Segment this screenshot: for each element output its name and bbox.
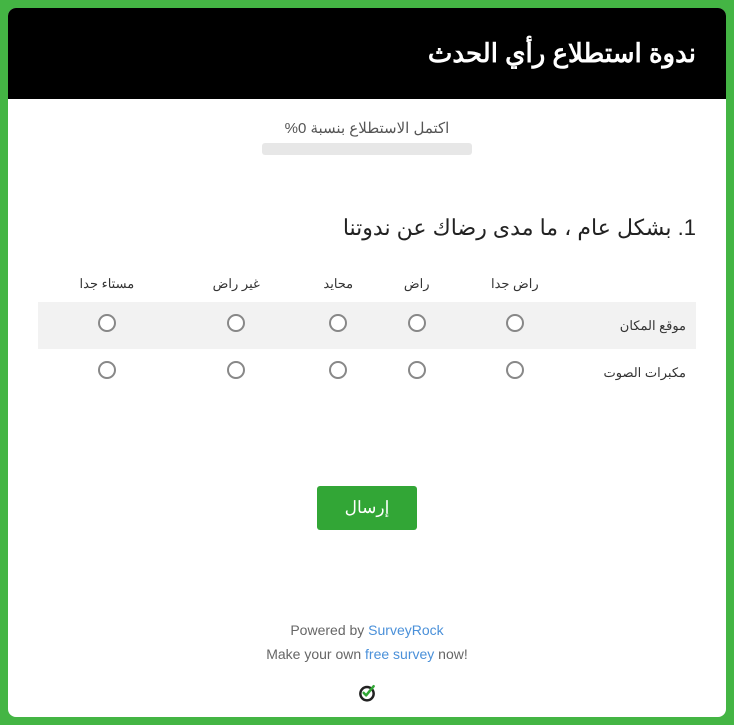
- row-label: مكبرات الصوت: [576, 349, 696, 396]
- free-survey-link[interactable]: free survey: [365, 646, 434, 662]
- col-header: مستاء جدا: [38, 266, 176, 302]
- radio-option[interactable]: [227, 361, 245, 379]
- col-header: راض: [380, 266, 454, 302]
- matrix-header-row: راض جدا راض محايد غير راض مستاء جدا: [38, 266, 696, 302]
- progress-bar: [262, 143, 472, 155]
- radio-option[interactable]: [329, 361, 347, 379]
- radio-option[interactable]: [408, 314, 426, 332]
- radio-option[interactable]: [227, 314, 245, 332]
- submit-button[interactable]: إرسال: [317, 486, 418, 530]
- table-row: مكبرات الصوت: [38, 349, 696, 396]
- powered-by-line: Powered by SurveyRock: [8, 619, 726, 643]
- survey-frame: ندوة استطلاع رأي الحدث اكتمل الاستطلاع ب…: [8, 8, 726, 717]
- matrix-corner: [576, 266, 696, 302]
- col-header: راض جدا: [454, 266, 576, 302]
- radio-option[interactable]: [98, 314, 116, 332]
- submit-section: إرسال: [38, 486, 696, 530]
- radio-option[interactable]: [506, 314, 524, 332]
- surveyrock-logo-icon: [357, 682, 377, 702]
- matrix-question: راض جدا راض محايد غير راض مستاء جدا موقع…: [38, 266, 696, 396]
- row-label: موقع المكان: [576, 302, 696, 349]
- radio-option[interactable]: [98, 361, 116, 379]
- progress-text: اكتمل الاستطلاع بنسبة 0%: [8, 119, 726, 137]
- make-your-own-line: Make your own free survey now!: [8, 643, 726, 667]
- col-header: محايد: [297, 266, 380, 302]
- make-prefix: Make your own: [266, 646, 365, 662]
- question-title: 1. بشكل عام ، ما مدى رضاك عن ندوتنا: [38, 215, 696, 241]
- table-row: موقع المكان: [38, 302, 696, 349]
- col-header: غير راض: [176, 266, 297, 302]
- logo-section: [8, 682, 726, 717]
- make-suffix: now!: [434, 646, 467, 662]
- radio-option[interactable]: [329, 314, 347, 332]
- progress-section: اكتمل الاستطلاع بنسبة 0%: [8, 99, 726, 165]
- surveyrock-link[interactable]: SurveyRock: [368, 622, 443, 638]
- radio-option[interactable]: [408, 361, 426, 379]
- survey-title: ندوة استطلاع رأي الحدث: [428, 38, 696, 68]
- radio-option[interactable]: [506, 361, 524, 379]
- powered-prefix: Powered by: [290, 622, 368, 638]
- survey-header: ندوة استطلاع رأي الحدث: [8, 8, 726, 99]
- survey-content: 1. بشكل عام ، ما مدى رضاك عن ندوتنا راض …: [8, 165, 726, 594]
- footer: Powered by SurveyRock Make your own free…: [8, 594, 726, 682]
